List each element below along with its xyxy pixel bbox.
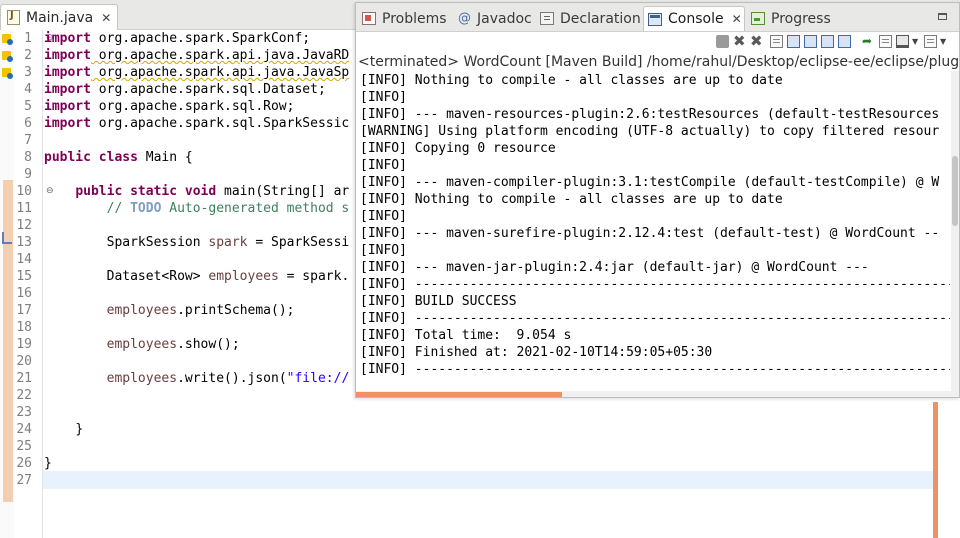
- console-line: [INFO] ---------------------------------…: [360, 311, 950, 326]
- show-on-stdout-icon[interactable]: [821, 35, 834, 48]
- console-view: Problems @ Javadoc Declaration Console ✕…: [355, 2, 960, 398]
- console-line: [INFO] ---------------------------------…: [360, 362, 950, 377]
- console-line: [INFO] ---------------------------------…: [360, 277, 950, 292]
- line-number: 15: [16, 269, 32, 284]
- tab-label: Progress: [771, 10, 831, 27]
- line-number: 7: [24, 133, 32, 148]
- view-tab-bar: Problems @ Javadoc Declaration Console ✕…: [356, 3, 959, 32]
- scroll-lock-icon[interactable]: [787, 35, 800, 48]
- editor-tab-label: Main.java: [26, 9, 94, 26]
- line-number: 14: [16, 252, 32, 267]
- line-number: 8: [24, 150, 32, 165]
- problems-icon: [362, 12, 376, 25]
- line-number-ruler: 1 ⊖ 2 3 4 5 6 7 8 9 10 ⊖ 11 12 13 14 15 …: [14, 30, 54, 538]
- java-file-icon: [7, 10, 20, 25]
- line-number: 6: [24, 116, 32, 131]
- open-console-icon[interactable]: [924, 35, 937, 48]
- show-on-stderr-icon[interactable]: [838, 35, 851, 48]
- tab-label: Problems: [382, 10, 447, 27]
- chevron-down-icon[interactable]: ▼: [940, 35, 953, 48]
- line-number: 24: [16, 422, 32, 437]
- console-line: [WARNING] Using platform encoding (UTF-8…: [360, 124, 940, 139]
- display-console-icon[interactable]: [879, 35, 892, 48]
- console-line: [INFO]: [360, 243, 407, 258]
- tab-javadoc[interactable]: @ Javadoc: [454, 6, 536, 31]
- code-line-close-method: }: [75, 422, 84, 437]
- line-number: 26: [16, 456, 32, 471]
- line-number: 12: [16, 218, 32, 233]
- console-line: [INFO] Total time: 9.054 s: [360, 328, 572, 343]
- console-line: [INFO] BUILD SUCCESS: [360, 294, 517, 309]
- line-number: 3: [24, 65, 32, 80]
- console-line: [INFO] --- maven-compiler-plugin:3.1:tes…: [360, 175, 940, 190]
- minimize-icon[interactable]: [938, 13, 947, 20]
- line-number: 17: [16, 303, 32, 318]
- line-number: 18: [16, 320, 32, 335]
- line-number: 9: [24, 167, 32, 182]
- line-number: 2: [24, 48, 32, 63]
- tab-label: Declaration: [560, 10, 641, 27]
- line-number: 20: [16, 354, 32, 369]
- close-icon[interactable]: ✕: [101, 11, 111, 25]
- word-wrap-icon[interactable]: [804, 35, 817, 48]
- current-line-highlight: [43, 471, 933, 489]
- clear-console-icon[interactable]: [770, 35, 783, 48]
- scrollbar-thumb[interactable]: [356, 392, 562, 397]
- console-line: [INFO] Copying 0 resource: [360, 141, 556, 156]
- line-number: 23: [16, 405, 32, 420]
- remove-launch-icon[interactable]: ✖: [733, 34, 746, 49]
- display-selected-console-icon[interactable]: [896, 35, 909, 48]
- console-line: [INFO]: [360, 209, 407, 224]
- tab-main-java[interactable]: Main.java ✕: [0, 4, 118, 30]
- line-number: 27: [16, 473, 32, 488]
- line-number: 22: [16, 388, 32, 403]
- console-output[interactable]: [INFO] Nothing to compile - all classes …: [360, 72, 950, 384]
- line-number: 5: [24, 99, 32, 114]
- tab-progress[interactable]: Progress: [747, 6, 837, 31]
- console-launch-header: <terminated> WordCount [Maven Build] /ho…: [358, 54, 958, 70]
- console-icon: [648, 12, 662, 26]
- tab-problems[interactable]: Problems: [358, 6, 452, 31]
- line-number: 13: [16, 235, 32, 250]
- tab-declaration[interactable]: Declaration: [536, 6, 642, 31]
- line-number: 19: [16, 337, 32, 352]
- tab-label: Console: [668, 11, 724, 27]
- console-toolbar: ✖ ✖ ➦ ▼ ▼: [356, 31, 959, 53]
- line-number: 4: [24, 82, 32, 97]
- line-number: 10: [16, 184, 32, 199]
- code-line-close-class: }: [44, 456, 52, 471]
- terminate-icon[interactable]: [716, 35, 729, 48]
- line-number: 16: [16, 286, 32, 301]
- console-line: [INFO]: [360, 90, 407, 105]
- declaration-icon: [540, 12, 554, 25]
- line-number: 1: [24, 31, 32, 46]
- overview-ruler[interactable]: [933, 402, 938, 538]
- tab-label: Javadoc: [477, 10, 532, 27]
- tab-console[interactable]: Console ✕: [643, 6, 745, 31]
- remove-all-icon[interactable]: ✖: [750, 34, 763, 49]
- vertical-scrollbar[interactable]: [951, 71, 959, 397]
- console-line: [INFO]: [360, 158, 407, 173]
- line-number: 25: [16, 439, 32, 454]
- console-line: [INFO] Nothing to compile - all classes …: [360, 192, 783, 207]
- progress-icon: [751, 12, 765, 25]
- line-number: 21: [16, 371, 32, 386]
- console-line: [INFO] Nothing to compile - all classes …: [360, 73, 783, 88]
- line-number: 11: [16, 201, 32, 216]
- console-line: [INFO] --- maven-jar-plugin:2.4:jar (def…: [360, 260, 869, 275]
- console-line: [INFO] Finished at: 2021-02-10T14:59:05+…: [360, 345, 713, 360]
- at-sign-icon: @: [458, 11, 471, 26]
- close-icon[interactable]: ✕: [732, 12, 742, 26]
- console-line: [INFO] --- maven-surefire-plugin:2.12.4:…: [360, 226, 940, 241]
- horizontal-scrollbar[interactable]: [356, 391, 959, 397]
- pin-console-icon[interactable]: ➦: [862, 35, 875, 48]
- console-line: [INFO] --- maven-resources-plugin:2.6:te…: [360, 107, 940, 122]
- scrollbar-thumb[interactable]: [952, 156, 958, 226]
